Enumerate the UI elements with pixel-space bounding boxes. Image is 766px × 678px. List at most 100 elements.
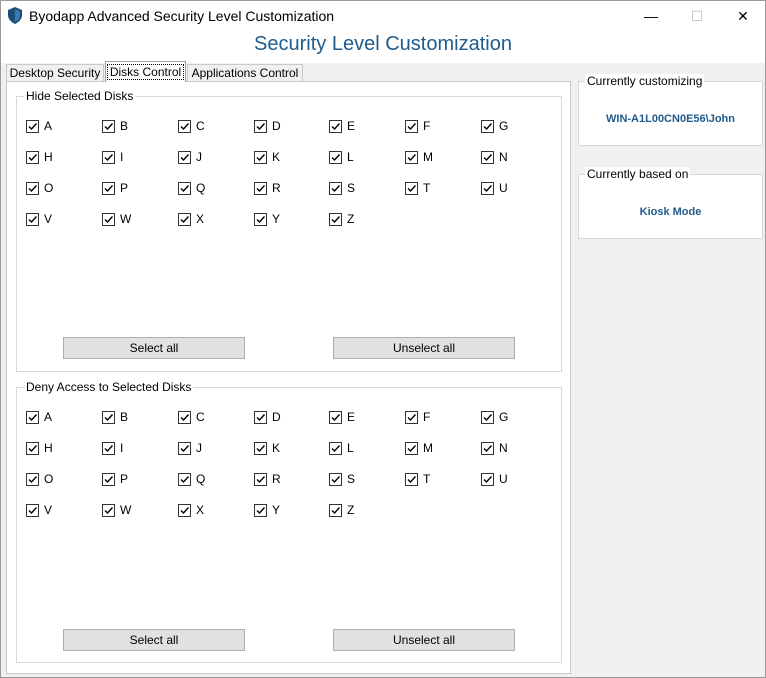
- checkbox-box[interactable]: [481, 181, 494, 195]
- hide-disk-checkbox-l[interactable]: L: [329, 149, 354, 165]
- checkbox-box[interactable]: [178, 441, 191, 455]
- deny-disk-checkbox-u[interactable]: U: [481, 471, 508, 487]
- hide-disk-checkbox-d[interactable]: D: [254, 118, 281, 134]
- checkbox-box[interactable]: [254, 212, 267, 226]
- hide-disk-checkbox-q[interactable]: Q: [178, 180, 205, 196]
- checkbox-box[interactable]: [26, 441, 39, 455]
- tab-applications-control[interactable]: Applications Control: [187, 64, 303, 81]
- checkbox-box[interactable]: [178, 181, 191, 195]
- hide-disk-checkbox-j[interactable]: J: [178, 149, 202, 165]
- checkbox-box[interactable]: [329, 441, 342, 455]
- deny-disk-checkbox-k[interactable]: K: [254, 440, 280, 456]
- hide-disk-checkbox-b[interactable]: B: [102, 118, 128, 134]
- checkbox-box[interactable]: [329, 503, 342, 517]
- hide-disk-checkbox-m[interactable]: M: [405, 149, 433, 165]
- checkbox-box[interactable]: [178, 503, 191, 517]
- checkbox-box[interactable]: [254, 410, 267, 424]
- hide-disk-checkbox-o[interactable]: O: [26, 180, 53, 196]
- deny-disk-checkbox-i[interactable]: I: [102, 440, 123, 456]
- hide-disk-checkbox-a[interactable]: A: [26, 118, 52, 134]
- deny-disk-checkbox-z[interactable]: Z: [329, 502, 354, 518]
- checkbox-box[interactable]: [254, 472, 267, 486]
- deny-disk-checkbox-e[interactable]: E: [329, 409, 355, 425]
- deny-disk-checkbox-d[interactable]: D: [254, 409, 281, 425]
- hide-disk-checkbox-f[interactable]: F: [405, 118, 430, 134]
- hide-disk-checkbox-g[interactable]: G: [481, 118, 508, 134]
- tab-desktop-security[interactable]: Desktop Security: [6, 64, 104, 81]
- checkbox-box[interactable]: [329, 119, 342, 133]
- hide-disk-checkbox-h[interactable]: H: [26, 149, 53, 165]
- deny-disk-checkbox-m[interactable]: M: [405, 440, 433, 456]
- checkbox-box[interactable]: [481, 150, 494, 164]
- checkbox-box[interactable]: [102, 472, 115, 486]
- deny-disk-checkbox-n[interactable]: N: [481, 440, 508, 456]
- checkbox-box[interactable]: [254, 119, 267, 133]
- checkbox-box[interactable]: [26, 472, 39, 486]
- checkbox-box[interactable]: [26, 181, 39, 195]
- hide-disk-checkbox-w[interactable]: W: [102, 211, 131, 227]
- hide-disk-checkbox-i[interactable]: I: [102, 149, 123, 165]
- deny-disk-checkbox-p[interactable]: P: [102, 471, 128, 487]
- deny-disk-checkbox-h[interactable]: H: [26, 440, 53, 456]
- hide-disk-checkbox-p[interactable]: P: [102, 180, 128, 196]
- deny-disk-checkbox-y[interactable]: Y: [254, 502, 280, 518]
- checkbox-box[interactable]: [329, 150, 342, 164]
- hide-disk-checkbox-s[interactable]: S: [329, 180, 355, 196]
- checkbox-box[interactable]: [178, 212, 191, 226]
- checkbox-box[interactable]: [254, 150, 267, 164]
- deny-disk-checkbox-v[interactable]: V: [26, 502, 52, 518]
- minimize-button[interactable]: —: [628, 1, 674, 31]
- close-button[interactable]: ✕: [720, 1, 766, 31]
- checkbox-box[interactable]: [405, 150, 418, 164]
- title-bar[interactable]: Byodapp Advanced Security Level Customiz…: [1, 1, 765, 31]
- deny-disk-checkbox-s[interactable]: S: [329, 471, 355, 487]
- hide-disk-checkbox-v[interactable]: V: [26, 211, 52, 227]
- checkbox-box[interactable]: [102, 410, 115, 424]
- deny-disk-checkbox-j[interactable]: J: [178, 440, 202, 456]
- hide-disk-checkbox-r[interactable]: R: [254, 180, 281, 196]
- checkbox-box[interactable]: [254, 181, 267, 195]
- checkbox-box[interactable]: [178, 472, 191, 486]
- checkbox-box[interactable]: [26, 410, 39, 424]
- checkbox-box[interactable]: [405, 472, 418, 486]
- deny-select-all-button[interactable]: Select all: [63, 629, 245, 651]
- hide-disk-checkbox-n[interactable]: N: [481, 149, 508, 165]
- checkbox-box[interactable]: [102, 181, 115, 195]
- maximize-button[interactable]: ☐: [674, 1, 720, 31]
- hide-unselect-all-button[interactable]: Unselect all: [333, 337, 515, 359]
- hide-disk-checkbox-k[interactable]: K: [254, 149, 280, 165]
- checkbox-box[interactable]: [26, 212, 39, 226]
- checkbox-box[interactable]: [329, 212, 342, 226]
- deny-disk-checkbox-b[interactable]: B: [102, 409, 128, 425]
- checkbox-box[interactable]: [329, 472, 342, 486]
- checkbox-box[interactable]: [102, 441, 115, 455]
- checkbox-box[interactable]: [26, 150, 39, 164]
- checkbox-box[interactable]: [405, 441, 418, 455]
- deny-disk-checkbox-l[interactable]: L: [329, 440, 354, 456]
- deny-disk-checkbox-r[interactable]: R: [254, 471, 281, 487]
- deny-disk-checkbox-t[interactable]: T: [405, 471, 430, 487]
- checkbox-box[interactable]: [254, 441, 267, 455]
- checkbox-box[interactable]: [405, 410, 418, 424]
- hide-disk-checkbox-t[interactable]: T: [405, 180, 430, 196]
- checkbox-box[interactable]: [102, 150, 115, 164]
- checkbox-box[interactable]: [481, 472, 494, 486]
- deny-unselect-all-button[interactable]: Unselect all: [333, 629, 515, 651]
- checkbox-box[interactable]: [329, 181, 342, 195]
- deny-disk-checkbox-w[interactable]: W: [102, 502, 131, 518]
- hide-disk-checkbox-y[interactable]: Y: [254, 211, 280, 227]
- checkbox-box[interactable]: [178, 410, 191, 424]
- checkbox-box[interactable]: [329, 410, 342, 424]
- hide-select-all-button[interactable]: Select all: [63, 337, 245, 359]
- checkbox-box[interactable]: [178, 150, 191, 164]
- hide-disk-checkbox-c[interactable]: C: [178, 118, 205, 134]
- hide-disk-checkbox-z[interactable]: Z: [329, 211, 354, 227]
- checkbox-box[interactable]: [102, 119, 115, 133]
- deny-disk-checkbox-o[interactable]: O: [26, 471, 53, 487]
- hide-disk-checkbox-u[interactable]: U: [481, 180, 508, 196]
- checkbox-box[interactable]: [481, 441, 494, 455]
- deny-disk-checkbox-x[interactable]: X: [178, 502, 204, 518]
- checkbox-box[interactable]: [102, 212, 115, 226]
- checkbox-box[interactable]: [481, 119, 494, 133]
- deny-disk-checkbox-c[interactable]: C: [178, 409, 205, 425]
